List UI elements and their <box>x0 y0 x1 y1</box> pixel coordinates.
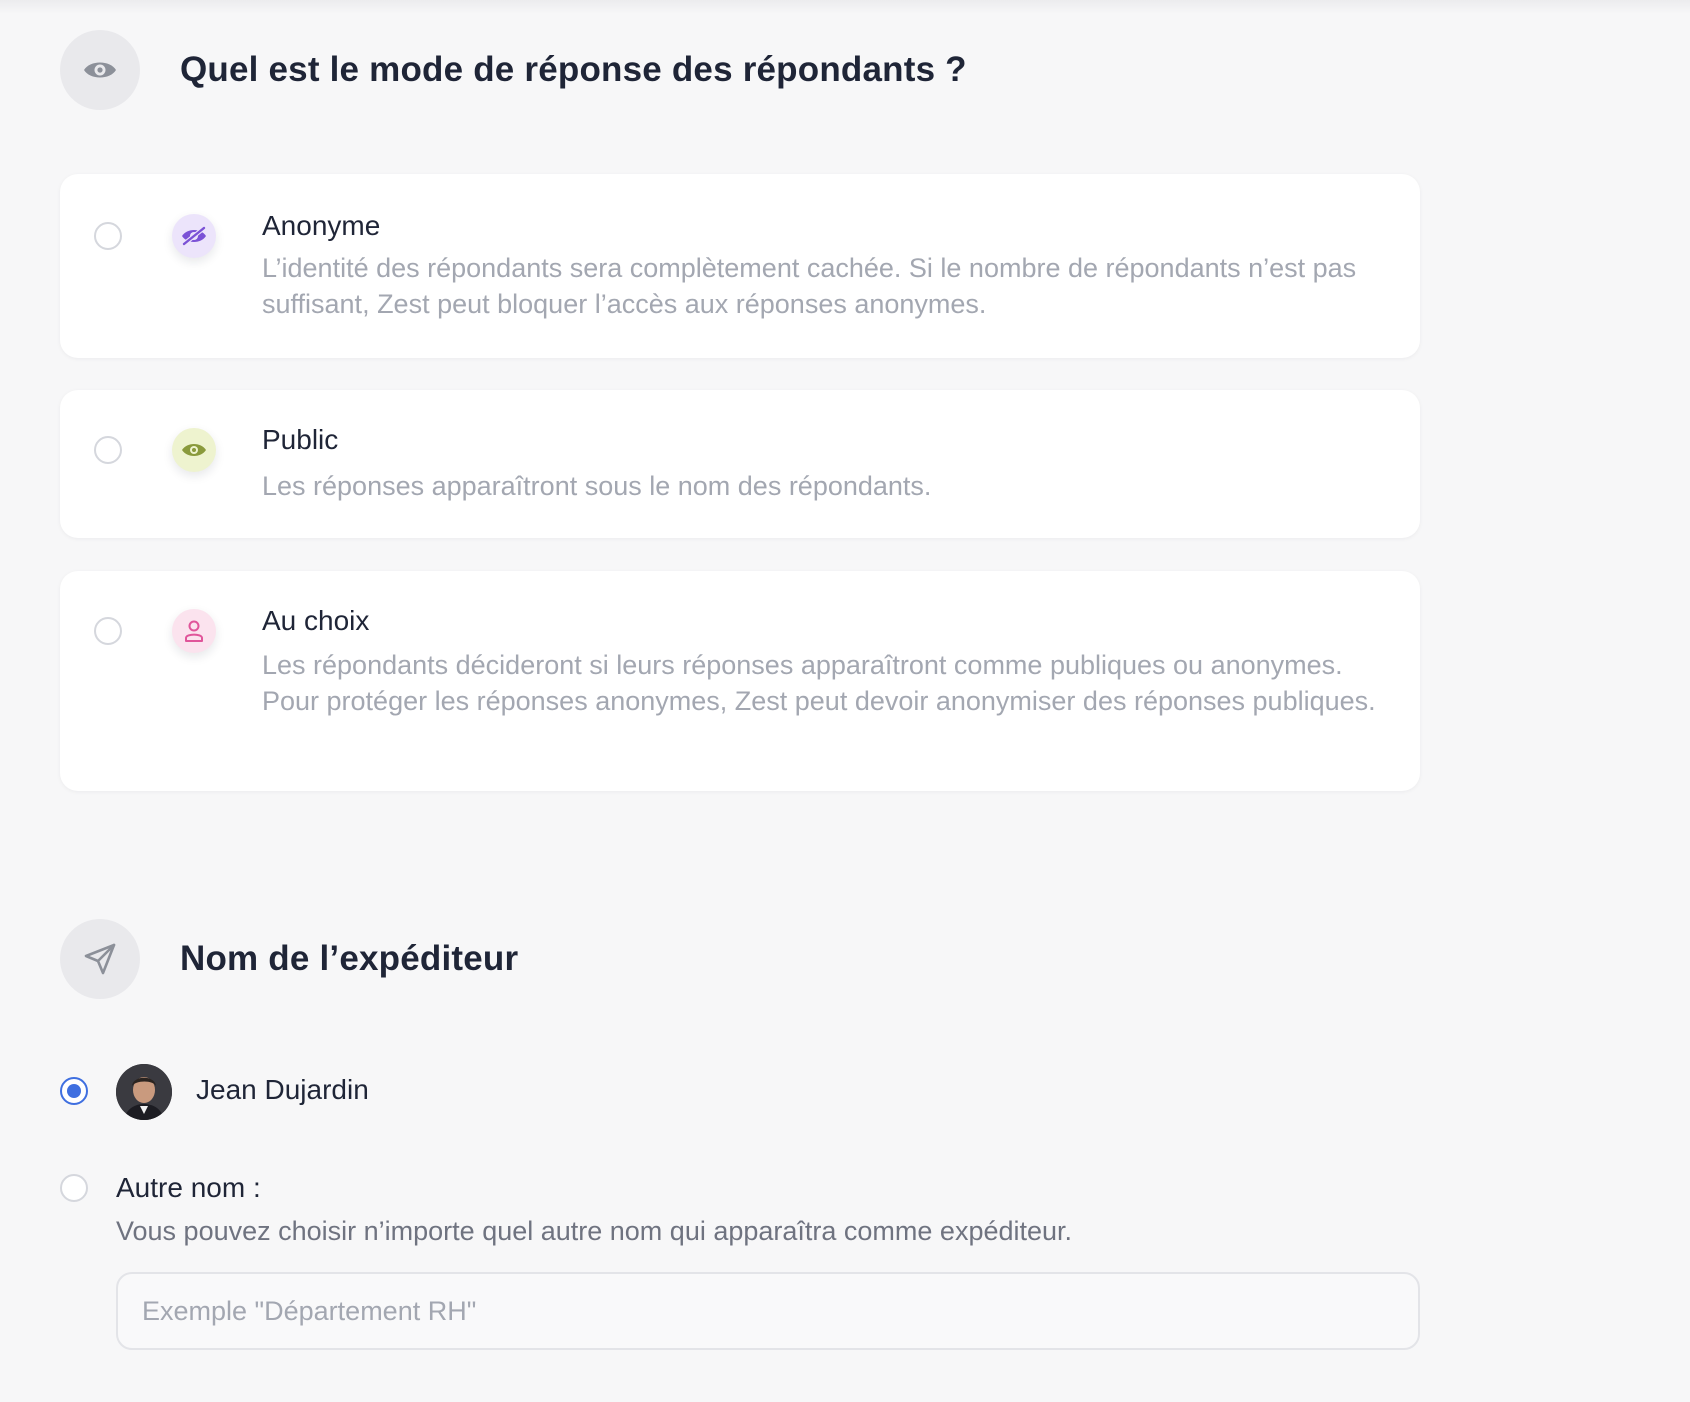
other-name-description: Vous pouvez choisir n’importe quel autre… <box>116 1216 1073 1246</box>
radio-anonyme[interactable] <box>94 222 122 250</box>
option-card-anonyme[interactable]: Anonyme L’identité des répondants sera c… <box>60 174 1420 358</box>
eye-icon <box>182 444 206 456</box>
option-card-public[interactable]: Public Les réponses apparaîtront sous le… <box>60 390 1420 538</box>
avatar <box>116 1064 172 1120</box>
option-title-public: Public <box>262 424 339 455</box>
eye-slash-icon <box>181 226 207 246</box>
radio-public[interactable] <box>94 436 122 464</box>
send-icon <box>84 943 116 975</box>
radio-other-name[interactable] <box>60 1174 88 1202</box>
option-desc-public: Les réponses apparaîtront sous le nom de… <box>262 471 932 501</box>
user-icon-badge <box>172 609 216 653</box>
option-title-anonyme: Anonyme <box>262 210 381 241</box>
other-name-input[interactable] <box>116 1272 1420 1350</box>
other-name-label: Autre nom : <box>116 1172 261 1203</box>
sender-name: Jean Dujardin <box>196 1074 369 1105</box>
eye-icon-badge <box>172 428 216 472</box>
avatar-portrait <box>116 1064 172 1120</box>
sender-title: Nom de l’expéditeur <box>180 939 519 978</box>
option-desc-anonyme: L’identité des répondants sera complètem… <box>262 253 1357 319</box>
response-mode-title: Quel est le mode de réponse des répondan… <box>180 50 967 89</box>
top-shade <box>0 0 1690 14</box>
radio-default-sender[interactable] <box>60 1077 88 1105</box>
section-send-icon <box>60 919 140 999</box>
option-title-au-choix: Au choix <box>262 605 370 636</box>
eye-icon <box>84 62 116 78</box>
user-icon <box>185 620 203 642</box>
eye-slash-icon-badge <box>172 214 216 258</box>
section-eye-icon <box>60 30 140 110</box>
option-card-au-choix[interactable]: Au choix Les répondants décideront si le… <box>60 571 1420 791</box>
option-desc-au-choix: Les répondants décideront si leurs répon… <box>262 650 1376 716</box>
radio-au-choix[interactable] <box>94 617 122 645</box>
